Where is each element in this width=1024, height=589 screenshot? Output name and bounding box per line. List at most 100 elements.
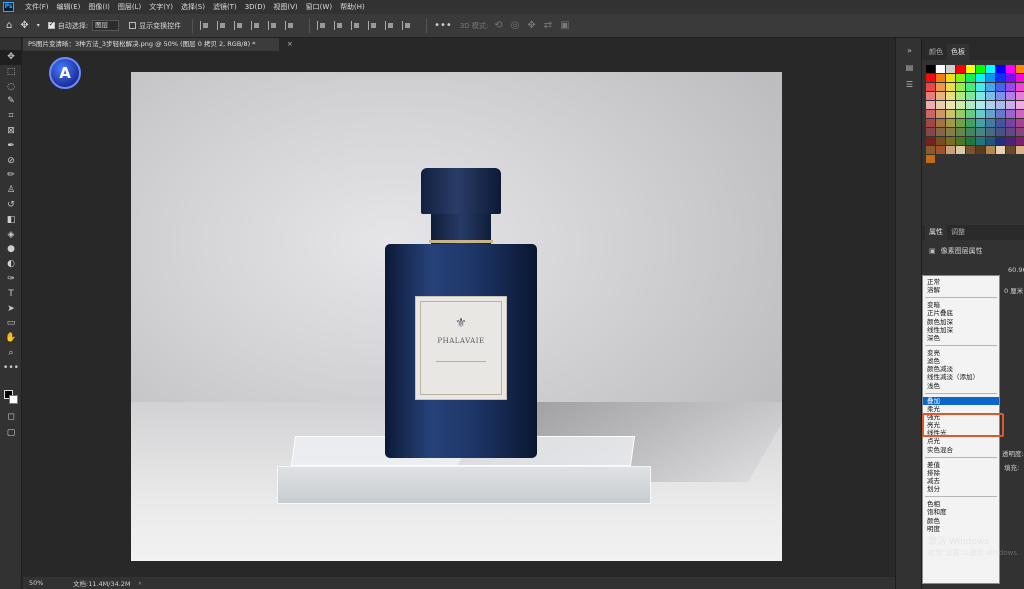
color-swatch[interactable] [946, 83, 955, 91]
distribute-icon[interactable] [368, 21, 377, 30]
color-swatch[interactable] [1006, 83, 1015, 91]
color-swatch[interactable] [936, 119, 945, 127]
color-swatch[interactable] [1006, 128, 1015, 136]
color-swatch[interactable] [946, 110, 955, 118]
color-swatch[interactable] [996, 137, 1005, 145]
blend-mode-item[interactable]: 深色 [923, 334, 999, 342]
menu-edit[interactable]: 编辑(E) [53, 2, 85, 12]
color-swatch[interactable] [986, 101, 995, 109]
color-swatch[interactable] [926, 119, 935, 127]
color-swatch[interactable] [936, 146, 945, 154]
blend-mode-item[interactable]: 线性减淡（添加） [923, 373, 999, 381]
quick-mask-icon[interactable]: ◻ [0, 410, 22, 425]
tab-adjustments[interactable]: 调整 [947, 224, 969, 240]
color-swatch[interactable] [926, 65, 935, 73]
3d-roll-icon[interactable]: ◎ [511, 20, 520, 31]
color-swatch[interactable] [1016, 137, 1024, 145]
blend-mode-item[interactable]: 颜色加深 [923, 318, 999, 326]
3d-pan-icon[interactable]: ✥ [527, 20, 535, 31]
blend-mode-item[interactable]: 饱和度 [923, 508, 999, 516]
color-swatch[interactable] [976, 101, 985, 109]
color-swatch[interactable] [966, 128, 975, 136]
color-swatch[interactable] [986, 146, 995, 154]
blend-mode-item[interactable]: 划分 [923, 485, 999, 493]
align-top-icon[interactable] [251, 21, 260, 30]
pen-tool-icon[interactable]: ✑ [0, 272, 22, 287]
blend-mode-item[interactable]: 颜色减淡 [923, 365, 999, 373]
color-swatch[interactable] [1006, 101, 1015, 109]
blend-mode-item[interactable]: 滤色 [923, 357, 999, 365]
color-swatch[interactable] [956, 119, 965, 127]
close-icon[interactable]: × [287, 38, 293, 51]
color-swatch[interactable] [1006, 110, 1015, 118]
home-icon[interactable]: ⌂ [6, 20, 12, 31]
color-swatch[interactable] [946, 74, 955, 82]
color-swatch[interactable] [986, 110, 995, 118]
color-swatch[interactable] [956, 146, 965, 154]
type-tool-icon[interactable]: T [0, 287, 22, 302]
color-swatch[interactable] [936, 110, 945, 118]
color-swatch[interactable] [1006, 119, 1015, 127]
expand-panels-icon[interactable]: » [896, 46, 923, 55]
blend-mode-item[interactable]: 柔光 [923, 405, 999, 413]
layers-icon[interactable]: ☰ [896, 80, 923, 89]
color-swatch[interactable] [996, 119, 1005, 127]
color-swatch[interactable] [1016, 119, 1024, 127]
color-swatch[interactable] [996, 101, 1005, 109]
color-swatch[interactable] [926, 101, 935, 109]
frame-tool-icon[interactable]: ⊠ [0, 124, 22, 139]
color-swatch[interactable] [1016, 101, 1024, 109]
color-swatch[interactable] [976, 110, 985, 118]
crop-tool-icon[interactable]: ⌗ [0, 109, 22, 124]
blend-mode-item[interactable]: 减去 [923, 477, 999, 485]
color-swatch[interactable] [956, 128, 965, 136]
menu-filter[interactable]: 滤镜(T) [209, 2, 241, 12]
auto-select-checkbox[interactable] [47, 20, 55, 29]
color-swatch[interactable] [976, 65, 985, 73]
3d-scale-icon[interactable]: ▣ [560, 20, 569, 31]
menu-layer[interactable]: 图层(L) [114, 2, 145, 12]
3d-orbit-icon[interactable]: ⟲ [494, 20, 502, 31]
marquee-tool-icon[interactable]: ⬚ [0, 65, 22, 80]
dodge-tool-icon[interactable]: ◐ [0, 257, 22, 272]
history-brush-tool-icon[interactable]: ↺ [0, 198, 22, 213]
blend-mode-item[interactable]: 变暗 [923, 301, 999, 309]
color-swatch[interactable] [956, 101, 965, 109]
align-bottom-icon[interactable] [285, 21, 294, 30]
chevron-down-icon[interactable]: ▾ [37, 22, 40, 29]
edit-toolbar-icon[interactable]: ••• [0, 361, 22, 376]
color-swatch[interactable] [946, 137, 955, 145]
color-swatch[interactable] [926, 146, 935, 154]
color-swatch[interactable] [976, 83, 985, 91]
color-swatch[interactable] [966, 65, 975, 73]
menu-view[interactable]: 视图(V) [269, 2, 301, 12]
color-swatch[interactable] [1016, 92, 1024, 100]
color-swatch[interactable] [946, 119, 955, 127]
color-swatch[interactable] [976, 92, 985, 100]
color-swatch[interactable] [946, 92, 955, 100]
color-swatch[interactable] [996, 128, 1005, 136]
tab-swatches[interactable]: 色板 [947, 44, 969, 60]
color-swatch[interactable] [996, 83, 1005, 91]
color-swatch[interactable] [1006, 74, 1015, 82]
color-swatch[interactable] [926, 92, 935, 100]
transform-controls-checkbox[interactable] [129, 22, 137, 29]
color-swatch[interactable] [986, 74, 995, 82]
color-swatch[interactable] [996, 146, 1005, 154]
distribute-icon[interactable] [385, 21, 394, 30]
color-swatch[interactable] [926, 128, 935, 136]
color-swatch[interactable] [996, 110, 1005, 118]
color-swatch[interactable] [956, 110, 965, 118]
color-swatch[interactable] [986, 83, 995, 91]
menu-window[interactable]: 窗口(W) [302, 2, 336, 12]
canvas-area[interactable]: A ⚜ PHALAVAIE [23, 51, 895, 577]
color-swatch[interactable] [976, 128, 985, 136]
blend-mode-item[interactable]: 色相 [923, 500, 999, 508]
blend-mode-item[interactable]: 变亮 [923, 349, 999, 357]
color-swatch[interactable] [966, 119, 975, 127]
color-swatch[interactable] [1006, 137, 1015, 145]
color-swatch[interactable] [976, 119, 985, 127]
3d-slide-icon[interactable]: ⇄ [544, 20, 552, 31]
background-color-swatch[interactable] [9, 395, 18, 404]
distribute-icon[interactable] [351, 21, 360, 30]
